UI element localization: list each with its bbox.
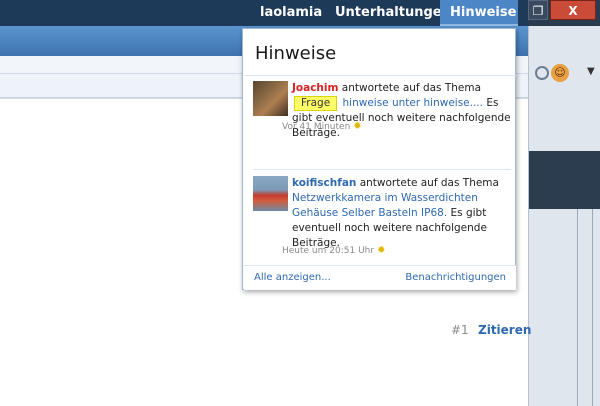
top-navigation-bar: laolamia Unterhaltungen Hinweise bbox=[0, 0, 528, 26]
notification-time: Heute um 20:51 Uhr ✹ bbox=[282, 245, 385, 256]
avatar[interactable] bbox=[253, 81, 288, 116]
post-number[interactable]: #1 bbox=[451, 323, 469, 337]
notification-action: antwortete auf das Thema bbox=[359, 177, 499, 189]
nav-notices-tab[interactable]: Hinweise bbox=[440, 0, 518, 26]
close-window-button[interactable]: X bbox=[550, 0, 596, 20]
popup-title: Hinweise bbox=[255, 43, 337, 64]
new-indicator-icon: ✹ bbox=[353, 121, 362, 132]
quote-button[interactable]: Zitieren bbox=[478, 323, 531, 337]
notification-item[interactable]: koifischfan antwortete auf das Thema Net… bbox=[253, 169, 511, 249]
prefix-badge: Frage bbox=[294, 96, 338, 111]
notification-username[interactable]: koifischfan bbox=[292, 177, 356, 189]
maximize-icon[interactable]: ❐ bbox=[528, 0, 548, 20]
window-controls: ❐ X bbox=[528, 0, 600, 26]
notifications-popup: Hinweise Joachim antwortete auf das Them… bbox=[242, 28, 516, 290]
divider bbox=[244, 75, 516, 76]
popup-footer: Alle anzeigen... Benachrichtigungen bbox=[244, 265, 516, 290]
sidebar-dark-panel bbox=[529, 151, 600, 209]
notification-text: koifischfan antwortete auf das Thema Net… bbox=[292, 176, 512, 251]
new-indicator-icon: ✹ bbox=[377, 245, 386, 256]
notification-action: antwortete auf das Thema bbox=[341, 82, 482, 94]
notification-text: Joachim antwortete auf das Thema Frage h… bbox=[292, 81, 512, 141]
thread-link[interactable]: hinweise unter hinweise.... bbox=[343, 97, 483, 109]
gear-icon[interactable] bbox=[535, 66, 549, 80]
user-face-icon[interactable]: ☺ bbox=[551, 64, 569, 82]
avatar[interactable] bbox=[253, 176, 288, 211]
chevron-down-icon[interactable]: ▼ bbox=[587, 66, 595, 77]
browser-toolbar: ☺ ▼ bbox=[528, 26, 600, 406]
notification-time: Vor 41 Minuten ✹ bbox=[282, 121, 362, 132]
time-text: Vor 41 Minuten bbox=[282, 122, 351, 132]
show-all-link[interactable]: Alle anzeigen... bbox=[254, 272, 331, 283]
time-text: Heute um 20:51 Uhr bbox=[282, 246, 375, 256]
notification-settings-link[interactable]: Benachrichtigungen bbox=[405, 272, 506, 283]
divider bbox=[592, 209, 593, 406]
divider bbox=[577, 209, 578, 406]
notification-username[interactable]: Joachim bbox=[292, 82, 338, 94]
nav-user-link[interactable]: laolamia bbox=[250, 0, 332, 26]
